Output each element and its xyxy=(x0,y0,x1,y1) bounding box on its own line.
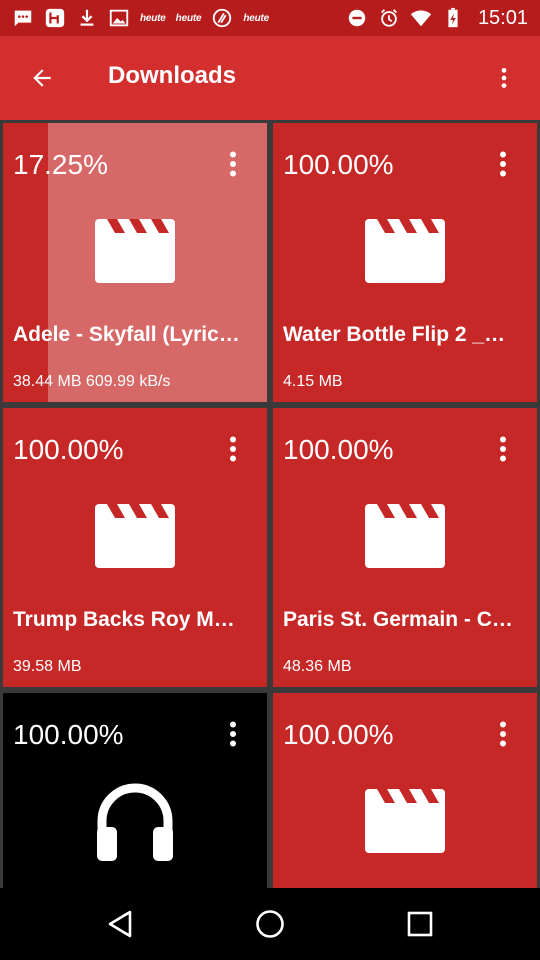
nav-home-icon xyxy=(256,910,284,938)
download-percent: 100.00% xyxy=(13,719,124,750)
item-menu-button[interactable] xyxy=(491,149,515,179)
download-percent: 100.00% xyxy=(283,149,394,180)
download-percent: 17.25% xyxy=(13,149,108,180)
battery-icon xyxy=(442,7,464,29)
download-percent: 100.00% xyxy=(283,719,394,750)
download-item[interactable]: 100.00% xyxy=(273,693,537,888)
notification-icons: heute heute heute xyxy=(12,6,269,30)
item-menu-button[interactable] xyxy=(491,434,515,464)
wifi-icon xyxy=(410,7,432,29)
nav-home-button[interactable] xyxy=(248,902,292,946)
download-item[interactable]: 100.00% Water Bottle Flip 2 _… 4.15 MB xyxy=(273,123,537,402)
download-percent: 100.00% xyxy=(13,434,124,465)
heute-app-icon xyxy=(44,7,66,29)
more-vert-icon xyxy=(500,721,506,747)
page-title: Downloads xyxy=(108,62,237,89)
more-vert-icon xyxy=(230,721,236,747)
download-item[interactable]: 17.25% Adele - Skyfall (Lyric… 38.44 MB … xyxy=(3,123,267,402)
system-icons: 15:01 xyxy=(346,6,528,30)
heute-label: heute xyxy=(243,12,270,24)
download-icon xyxy=(76,7,98,29)
download-name: Water Bottle Flip 2 _… xyxy=(283,323,506,346)
more-vert-icon xyxy=(500,436,506,462)
back-button[interactable] xyxy=(20,56,64,100)
headphones-icon xyxy=(96,781,174,863)
arrow-back-icon xyxy=(33,69,51,87)
video-clapper-icon xyxy=(95,504,175,568)
download-item[interactable]: 100.00% Trump Backs Roy M… 39.58 MB xyxy=(3,408,267,687)
download-item[interactable]: 100.00% Paris St. Germain - C… 48.36 MB xyxy=(273,408,537,687)
nav-recents-button[interactable] xyxy=(398,902,442,946)
item-menu-button[interactable] xyxy=(221,719,245,749)
video-clapper-icon xyxy=(365,504,445,568)
status-bar: heute heute heute 15:01 xyxy=(0,0,540,36)
more-vert-icon xyxy=(230,151,236,177)
app-bar: Downloads xyxy=(0,36,540,120)
alarm-icon xyxy=(378,7,400,29)
download-name: Trump Backs Roy M… xyxy=(13,608,235,631)
download-name: Paris St. Germain - C… xyxy=(283,608,513,631)
overflow-menu-button[interactable] xyxy=(482,56,526,100)
download-item[interactable]: 100.00% xyxy=(3,693,267,888)
nav-recents-icon xyxy=(407,911,433,937)
chat-bubble-icon xyxy=(12,7,34,29)
nav-back-icon xyxy=(108,910,132,938)
nav-back-button[interactable] xyxy=(98,902,142,946)
download-info: 38.44 MB 609.99 kB/s xyxy=(13,373,171,390)
heute-label: heute xyxy=(140,12,166,24)
download-name: Adele - Skyfall (Lyric… xyxy=(13,323,240,346)
video-clapper-icon xyxy=(365,789,445,853)
downloads-grid: 17.25% Adele - Skyfall (Lyric… 38.44 MB … xyxy=(0,120,540,888)
download-info: 39.58 MB xyxy=(13,658,82,675)
navigation-bar xyxy=(0,888,540,960)
do-not-disturb-icon xyxy=(346,7,368,29)
download-percent: 100.00% xyxy=(283,434,394,465)
download-info: 48.36 MB xyxy=(283,658,352,675)
video-clapper-icon xyxy=(95,219,175,283)
more-vert-icon xyxy=(500,151,506,177)
image-icon xyxy=(108,7,130,29)
zdf-icon xyxy=(211,7,233,29)
clock: 15:01 xyxy=(477,6,528,29)
download-info: 4.15 MB xyxy=(283,373,343,390)
item-menu-button[interactable] xyxy=(491,719,515,749)
more-vert-icon xyxy=(230,436,236,462)
video-clapper-icon xyxy=(365,219,445,283)
heute-label: heute xyxy=(175,12,202,24)
item-menu-button[interactable] xyxy=(221,434,245,464)
item-menu-button[interactable] xyxy=(221,149,245,179)
more-vert-icon xyxy=(501,68,507,88)
